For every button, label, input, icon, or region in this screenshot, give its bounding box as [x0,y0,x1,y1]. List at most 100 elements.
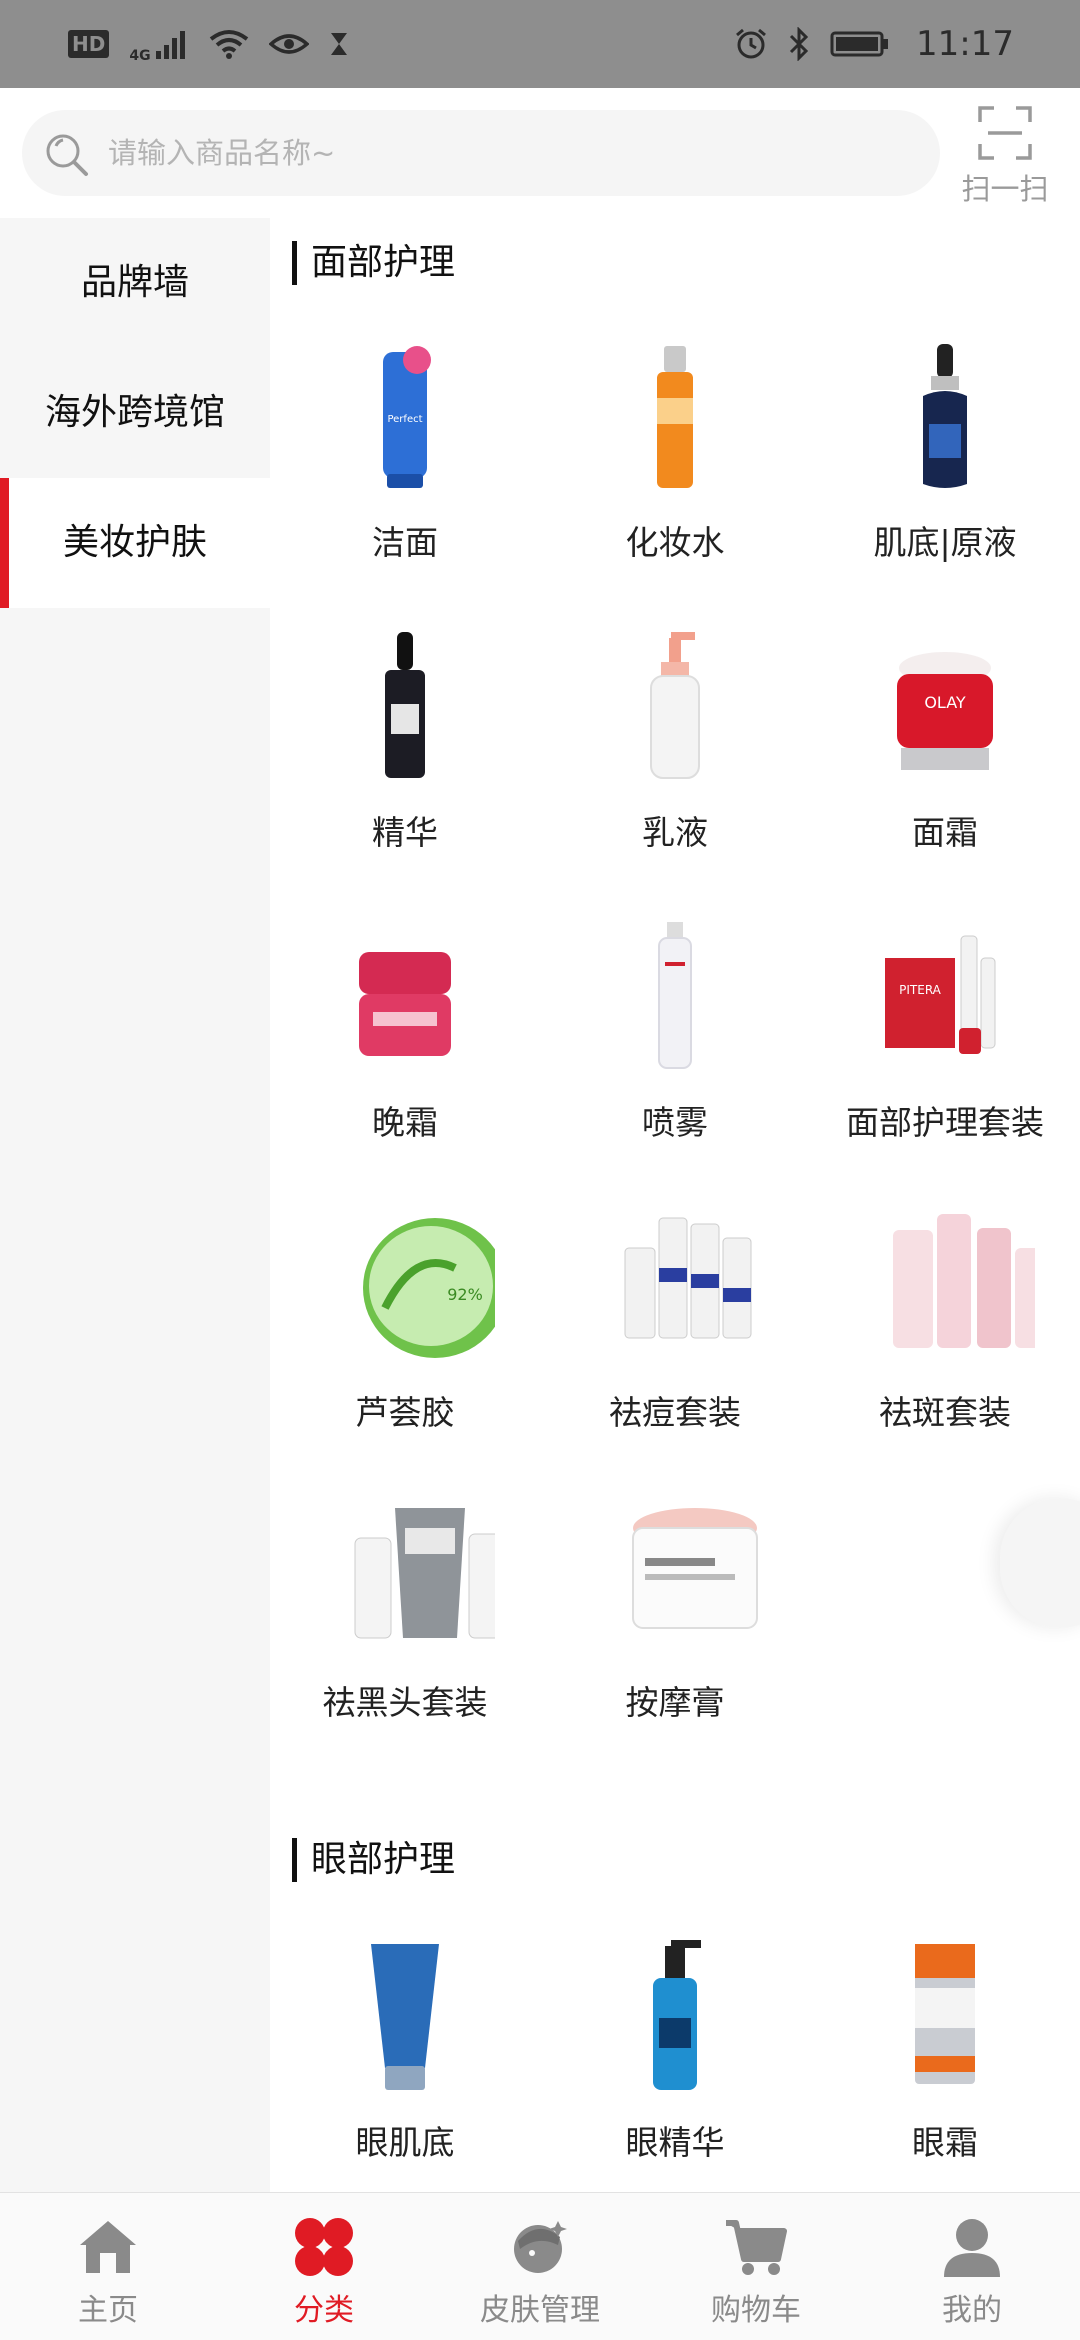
grid-label: 祛痘套装 [609,1393,741,1432]
floating-edge-handle[interactable] [1000,1498,1080,1628]
svg-text:PITERA: PITERA [899,983,942,997]
bottom-nav: 主页 分类 皮肤管理 购物车 我的 [0,2192,1080,2340]
grid-item[interactable]: 眼精华 [540,1938,810,2192]
grid-label: 面霜 [912,813,978,852]
grid-item[interactable]: OLAY 面霜 [810,628,1080,888]
status-bar: HD 4G 11:17 [0,0,1080,88]
grid-label: 祛斑套装 [879,1393,1011,1432]
signal-icon [155,31,185,59]
grid-label: 肌底|原液 [873,523,1017,562]
hourglass-icon [330,33,347,55]
grid-label: 眼肌底 [355,2123,455,2162]
nav-label: 我的 [942,2293,1002,2328]
grid-label: 眼霜 [912,2123,978,2162]
svg-text:92%: 92% [447,1285,483,1304]
grid-label: 芦荟胶 [355,1393,455,1432]
battery-icon [830,31,889,57]
status-time: 11:17 [916,24,1014,64]
nav-label: 主页 [78,2293,138,2328]
scan-button[interactable]: 扫一扫 [950,106,1060,206]
search-header: 请输入商品名称~ 扫一扫 [0,88,1080,218]
spray-can-image [658,922,692,1069]
network-type-label: 4G [129,48,151,64]
grid-label: 精华 [372,813,438,852]
grid-item[interactable]: 化妆水 [540,338,810,598]
grid-label: 晚霜 [372,1103,438,1142]
spot-set-image [893,1214,1035,1348]
lotion-pump-image [650,632,700,779]
toner-bottle-image [657,346,693,488]
search-icon [46,134,88,176]
grid-label: 洁面 [372,523,438,562]
facial-set-image: PITERA [885,935,996,1054]
category-icon [295,2218,353,2276]
alarm-icon [736,28,766,59]
nav-label: 购物车 [711,2293,801,2328]
nav-cart[interactable]: 购物车 [648,2193,864,2340]
nav-home[interactable]: 主页 [0,2193,216,2340]
profile-icon [944,2219,1000,2277]
grid-label: 祛黑头套装 [322,1683,488,1722]
app-screen: HD 4G 11:17 请输入商品名称~ 扫一扫 品牌墙 海外跨境馆 美妆护肤 … [0,0,1080,2340]
grid-item[interactable]: 精华 [270,628,540,888]
sidebar-item-overseas[interactable]: 海外跨境馆 [0,348,270,478]
eye-essence-bottle-image [653,1940,701,2090]
section-title-eye-care: 眼部护理 [292,1838,455,1882]
grid-item[interactable]: 乳液 [540,628,810,888]
scan-icon [978,106,1032,160]
hd-icon: HD [68,30,110,58]
cart-icon [726,2220,787,2275]
category-sidebar: 品牌墙 海外跨境馆 美妆护肤 [0,218,270,2192]
nav-profile[interactable]: 我的 [864,2193,1080,2340]
face-cream-jar-image: OLAY [897,652,993,770]
grid-item[interactable]: 眼霜 [810,1938,1080,2192]
search-placeholder: 请输入商品名称~ [108,136,336,170]
essence-dropper-image [385,632,425,778]
massage-gel-jar-image [632,1508,758,1629]
grid-label: 按摩膏 [625,1683,725,1722]
grid-item[interactable]: 喷雾 [540,918,810,1178]
svg-text:OLAY: OLAY [924,693,966,712]
nav-label: 分类 [294,2293,354,2328]
grid-item[interactable]: 肌底|原液 [810,338,1080,598]
sidebar-item-brand-wall[interactable]: 品牌墙 [0,218,270,348]
blackhead-set-image [354,1508,495,1639]
grid-item[interactable]: 晚霜 [270,918,540,1178]
sidebar-item-beauty-skincare[interactable]: 美妆护肤 [0,478,270,608]
grid-item[interactable]: 祛痘套装 [540,1208,810,1468]
category-content: 面部护理 Perfect 洁面 化妆水 肌底|原液 精华 乳液 OLAY 面霜 … [270,218,1080,2192]
grid-item[interactable]: 按摩膏 [540,1498,810,1758]
search-input[interactable]: 请输入商品名称~ [22,110,940,196]
grid-item[interactable]: 祛黑头套装 [270,1498,540,1758]
grid-item[interactable]: 92% 芦荟胶 [270,1208,540,1468]
grid-label: 眼精华 [625,2123,725,2162]
grid-label: 喷雾 [642,1103,708,1142]
grid-item[interactable]: 眼肌底 [270,1938,540,2192]
grid-label: 乳液 [642,813,708,852]
cleanser-tube-image: Perfect [383,346,431,488]
section-title-face-care: 面部护理 [292,241,455,285]
nav-label: 皮肤管理 [480,2293,600,2328]
nav-category[interactable]: 分类 [216,2193,432,2340]
aloe-gel-jar-image: 92% [363,1218,495,1358]
bluetooth-icon [789,27,809,61]
acne-set-image [624,1217,752,1339]
grid-label: 面部护理套装 [846,1103,1044,1142]
eye-icon [268,34,309,54]
grid-item[interactable]: 祛斑套装 [810,1208,1080,1468]
eye-base-tube-image [371,1944,439,2090]
eye-cream-box-image [915,1944,975,2084]
nav-skin-care[interactable]: 皮肤管理 [432,2193,648,2340]
grid-item[interactable]: PITERA 面部护理套装 [810,918,1080,1178]
home-icon [80,2221,136,2273]
scan-label: 扫一扫 [961,172,1049,206]
grid-label: 化妆水 [625,523,725,562]
status-left: HD 4G [68,24,349,64]
svg-text:Perfect: Perfect [387,414,422,425]
night-cream-jar-image [359,952,451,1056]
skin-care-icon [514,2221,567,2273]
serum-dropper-image [923,344,967,488]
grid-item[interactable]: Perfect 洁面 [270,338,540,598]
status-right: 11:17 [734,24,1014,64]
wifi-icon [209,30,248,59]
